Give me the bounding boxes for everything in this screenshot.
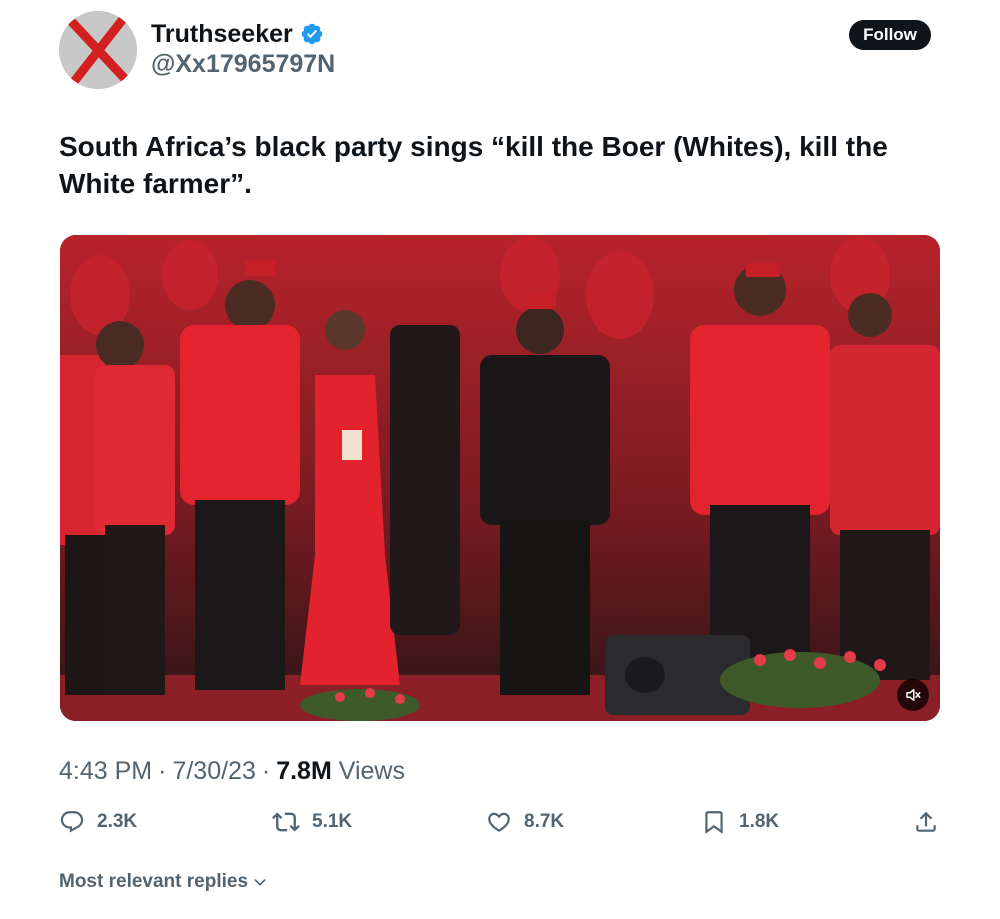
heart-icon <box>488 812 510 832</box>
follow-button[interactable]: Follow <box>849 20 931 50</box>
author-avatar[interactable] <box>59 11 137 89</box>
red-x-avatar-icon <box>59 11 137 89</box>
repost-button[interactable]: 5.1K <box>272 808 352 836</box>
author-display-name[interactable]: Truthseeker <box>151 18 293 50</box>
video-frame <box>60 235 940 721</box>
views-count: 7.8M <box>276 757 332 785</box>
tweet-time[interactable]: 4:43 PM <box>59 757 152 785</box>
tweet-date[interactable]: 7/30/23 <box>172 757 255 785</box>
mute-toggle-button[interactable] <box>897 679 929 711</box>
replies-sort-dropdown[interactable]: Most relevant replies <box>59 870 268 894</box>
like-count: 8.7K <box>524 811 565 832</box>
meta-separator: · <box>261 757 271 785</box>
bookmark-count: 1.8K <box>739 811 780 832</box>
author-handle[interactable]: @Xx17965797N <box>151 49 335 79</box>
speaker-muted-icon <box>906 689 921 701</box>
tweet-text: South Africa’s black party sings “kill t… <box>59 131 888 199</box>
share-button[interactable] <box>913 808 939 836</box>
replies-sort-label: Most relevant replies <box>59 871 249 892</box>
tweet-meta: 4:43 PM · 7/30/23 · 7.8M Views <box>59 755 405 787</box>
reply-count: 2.3K <box>97 811 138 832</box>
chevron-down-icon <box>254 879 266 886</box>
bookmark-button[interactable]: 1.8K <box>701 808 779 836</box>
like-button[interactable]: 8.7K <box>486 808 564 836</box>
meta-separator: · <box>158 757 167 785</box>
tweet-video[interactable] <box>60 235 940 721</box>
bookmark-icon <box>705 811 723 834</box>
repost-count: 5.1K <box>312 811 353 832</box>
views-label: Views <box>338 757 405 785</box>
verified-badge-icon[interactable] <box>300 22 324 46</box>
repost-icon <box>272 812 300 832</box>
reply-icon <box>60 811 84 833</box>
share-icon <box>916 811 936 832</box>
author-name-row: Truthseeker <box>151 18 324 50</box>
reply-button[interactable]: 2.3K <box>59 808 137 836</box>
